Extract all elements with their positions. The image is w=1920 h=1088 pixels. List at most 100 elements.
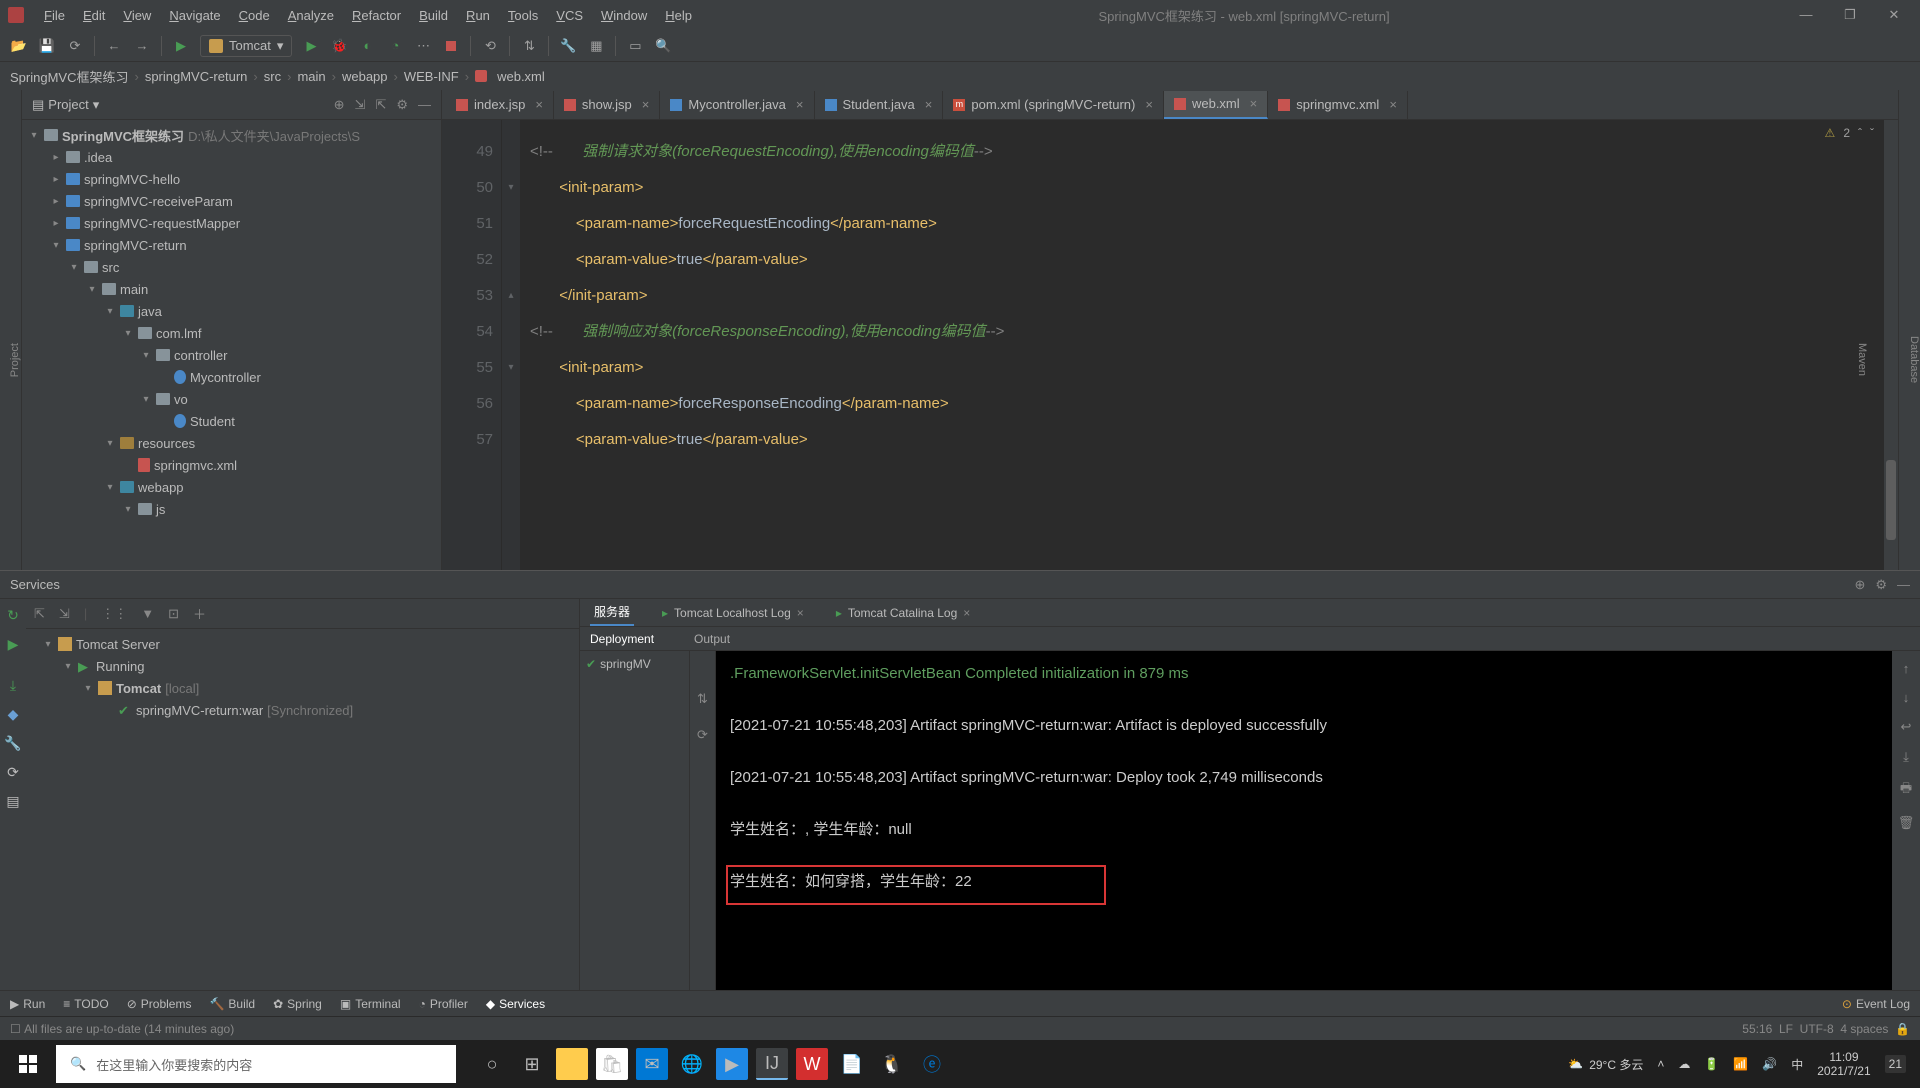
fold-gutter[interactable]: ▾▴▾ [502, 120, 520, 570]
menu-analyze[interactable]: Analyze [280, 6, 342, 25]
notification-icon[interactable]: 21 [1885, 1055, 1906, 1073]
clock[interactable]: 11:09 2021/7/21 [1817, 1050, 1870, 1078]
tree-item[interactable]: ▾com.lmf [22, 322, 441, 344]
editor-tab[interactable]: springmvc.xml× [1268, 91, 1408, 119]
presentation-icon[interactable]: ▭ [626, 37, 644, 55]
close-tab-icon[interactable]: × [642, 97, 650, 112]
readonly-icon[interactable]: 🔒 [1895, 1022, 1910, 1036]
hammer-icon[interactable]: ▶ [172, 37, 190, 55]
tool-window-services[interactable]: ◆Services [486, 997, 545, 1011]
tool-tab-database[interactable]: Database [1908, 336, 1920, 383]
ime-icon[interactable]: 中 [1791, 1056, 1803, 1073]
editor-tab[interactable]: show.jsp× [554, 91, 660, 119]
run-icon[interactable]: ▶ [8, 636, 19, 653]
close-tab-icon[interactable]: × [1389, 97, 1397, 112]
menu-tools[interactable]: Tools [500, 6, 546, 25]
file-encoding[interactable]: UTF-8 [1800, 1022, 1834, 1036]
tree-item[interactable]: ▾src [22, 256, 441, 278]
tree-item[interactable]: ▸springMVC-receiveParam [22, 190, 441, 212]
breadcrumb-item[interactable]: web.xml [497, 69, 545, 84]
services-tab[interactable]: ▸Tomcat Localhost Log× [658, 600, 808, 626]
inspection-widget[interactable]: ⚠ 2 ˆ ˇ [1825, 126, 1874, 140]
service-tree-item[interactable]: ▾▶Running [26, 655, 579, 677]
chevron-down-icon[interactable]: ▾ [93, 97, 100, 113]
debug-icon[interactable]: 🐞 [330, 37, 348, 55]
open-icon[interactable]: 📂 [10, 37, 28, 55]
breadcrumb-item[interactable]: src [264, 69, 281, 84]
edge-icon[interactable]: ⓔ [916, 1048, 948, 1080]
add-icon[interactable]: ⊕ [1854, 577, 1865, 593]
expand-icon[interactable]: ⇲ [355, 97, 366, 113]
service-tree-item[interactable]: ▾Tomcat [local] [26, 677, 579, 699]
print-icon[interactable]: 🖶 [1900, 779, 1912, 801]
add-service-icon[interactable]: ＋ [193, 604, 206, 623]
breadcrumb-item[interactable]: WEB-INF [404, 69, 459, 84]
caret-position[interactable]: 55:16 [1742, 1022, 1772, 1036]
notepad-icon[interactable]: 📄 [836, 1048, 868, 1080]
menu-navigate[interactable]: Navigate [161, 6, 228, 25]
attach-icon[interactable]: ⋯ [414, 37, 432, 55]
menu-edit[interactable]: Edit [75, 6, 113, 25]
chevron-down-icon[interactable]: ˇ [1870, 126, 1874, 140]
close-tab-icon[interactable]: × [1145, 97, 1153, 112]
tree-item[interactable]: ▸springMVC-hello [22, 168, 441, 190]
menu-run[interactable]: Run [458, 6, 498, 25]
deploy-icon[interactable]: ⤓ [10, 677, 16, 694]
tree-item[interactable]: ▾springMVC-return [22, 234, 441, 256]
hide-icon[interactable]: — [1897, 577, 1910, 593]
breadcrumb-item[interactable]: springMVC-return [145, 69, 248, 84]
editor-scrollbar[interactable] [1884, 120, 1898, 570]
tool-window-problems[interactable]: ⊘Problems [127, 997, 192, 1011]
close-button[interactable]: ✕ [1876, 7, 1912, 23]
system-tray[interactable]: ⛅29°C 多云 ˄ ☁ 🔋 📶 🔊 中 11:09 2021/7/21 21 [1554, 1050, 1920, 1078]
gear-icon[interactable]: ⚙ [396, 97, 408, 113]
expand-all-icon[interactable]: ⇱ [34, 606, 45, 622]
collapse-all-icon[interactable]: ⇲ [59, 606, 70, 622]
refresh-icon[interactable]: ⟳ [697, 727, 708, 743]
tree-item[interactable]: ▾java [22, 300, 441, 322]
tool-window-spring[interactable]: ✿Spring [273, 997, 322, 1011]
tool-window-terminal[interactable]: ▣Terminal [340, 997, 401, 1011]
tree-item[interactable]: springmvc.xml [22, 454, 441, 476]
run-icon[interactable]: ▶ [302, 37, 320, 55]
coverage-icon[interactable]: ◐ [358, 37, 376, 55]
tree-item[interactable]: ▾controller [22, 344, 441, 366]
media-icon[interactable]: ▶ [716, 1048, 748, 1080]
menu-build[interactable]: Build [411, 6, 456, 25]
locate-icon[interactable]: ⊕ [334, 97, 345, 113]
maximize-button[interactable]: ❐ [1832, 7, 1868, 23]
down-icon[interactable]: ↓ [1903, 690, 1910, 705]
minimize-button[interactable]: — [1788, 7, 1824, 23]
project-tree[interactable]: ▾ SpringMVC框架练习 D:\私人文件夹\JavaProjects\S … [22, 120, 441, 570]
sub-tab[interactable]: Deployment [590, 632, 654, 646]
windows-search[interactable]: 🔍 在这里输入你要搜索的内容 [56, 1045, 456, 1083]
group-icon[interactable]: ⋮⋮ [101, 606, 127, 622]
breadcrumb-item[interactable]: main [297, 69, 325, 84]
tree-item[interactable]: ▾vo [22, 388, 441, 410]
chrome-icon[interactable]: 🌐 [676, 1048, 708, 1080]
tree-item[interactable]: ▾js [22, 498, 441, 520]
settings-icon[interactable]: 🔧 [4, 735, 21, 752]
line-separator[interactable]: LF [1779, 1022, 1793, 1036]
tree-item[interactable]: ▸springMVC-requestMapper [22, 212, 441, 234]
cloud-icon[interactable]: ☁ [1678, 1057, 1690, 1071]
close-tab-icon[interactable]: × [925, 97, 933, 112]
tree-item[interactable]: Mycontroller [22, 366, 441, 388]
volume-icon[interactable]: 🔊 [1762, 1057, 1777, 1071]
profile-icon[interactable]: ◔ [386, 37, 404, 55]
close-tab-icon[interactable]: × [796, 97, 804, 112]
refresh-icon[interactable]: ⟳ [7, 764, 19, 781]
tree-item[interactable]: ▾resources [22, 432, 441, 454]
hide-icon[interactable]: — [418, 97, 431, 113]
editor-tab[interactable]: web.xml× [1164, 91, 1268, 119]
stop-icon[interactable] [442, 37, 460, 55]
tray-chevron-icon[interactable]: ˄ [1657, 1057, 1664, 1071]
menu-view[interactable]: View [115, 6, 159, 25]
tool-window-todo[interactable]: ≡TODO [63, 997, 108, 1011]
clear-icon[interactable]: 🗑 [1898, 815, 1915, 831]
sync-icon[interactable]: ⇅ [697, 691, 708, 707]
tool-window-profiler[interactable]: ◔Profiler [419, 997, 468, 1011]
wifi-icon[interactable]: 📶 [1733, 1057, 1748, 1071]
menu-window[interactable]: Window [593, 6, 655, 25]
sync-icon[interactable]: ⟳ [66, 37, 84, 55]
